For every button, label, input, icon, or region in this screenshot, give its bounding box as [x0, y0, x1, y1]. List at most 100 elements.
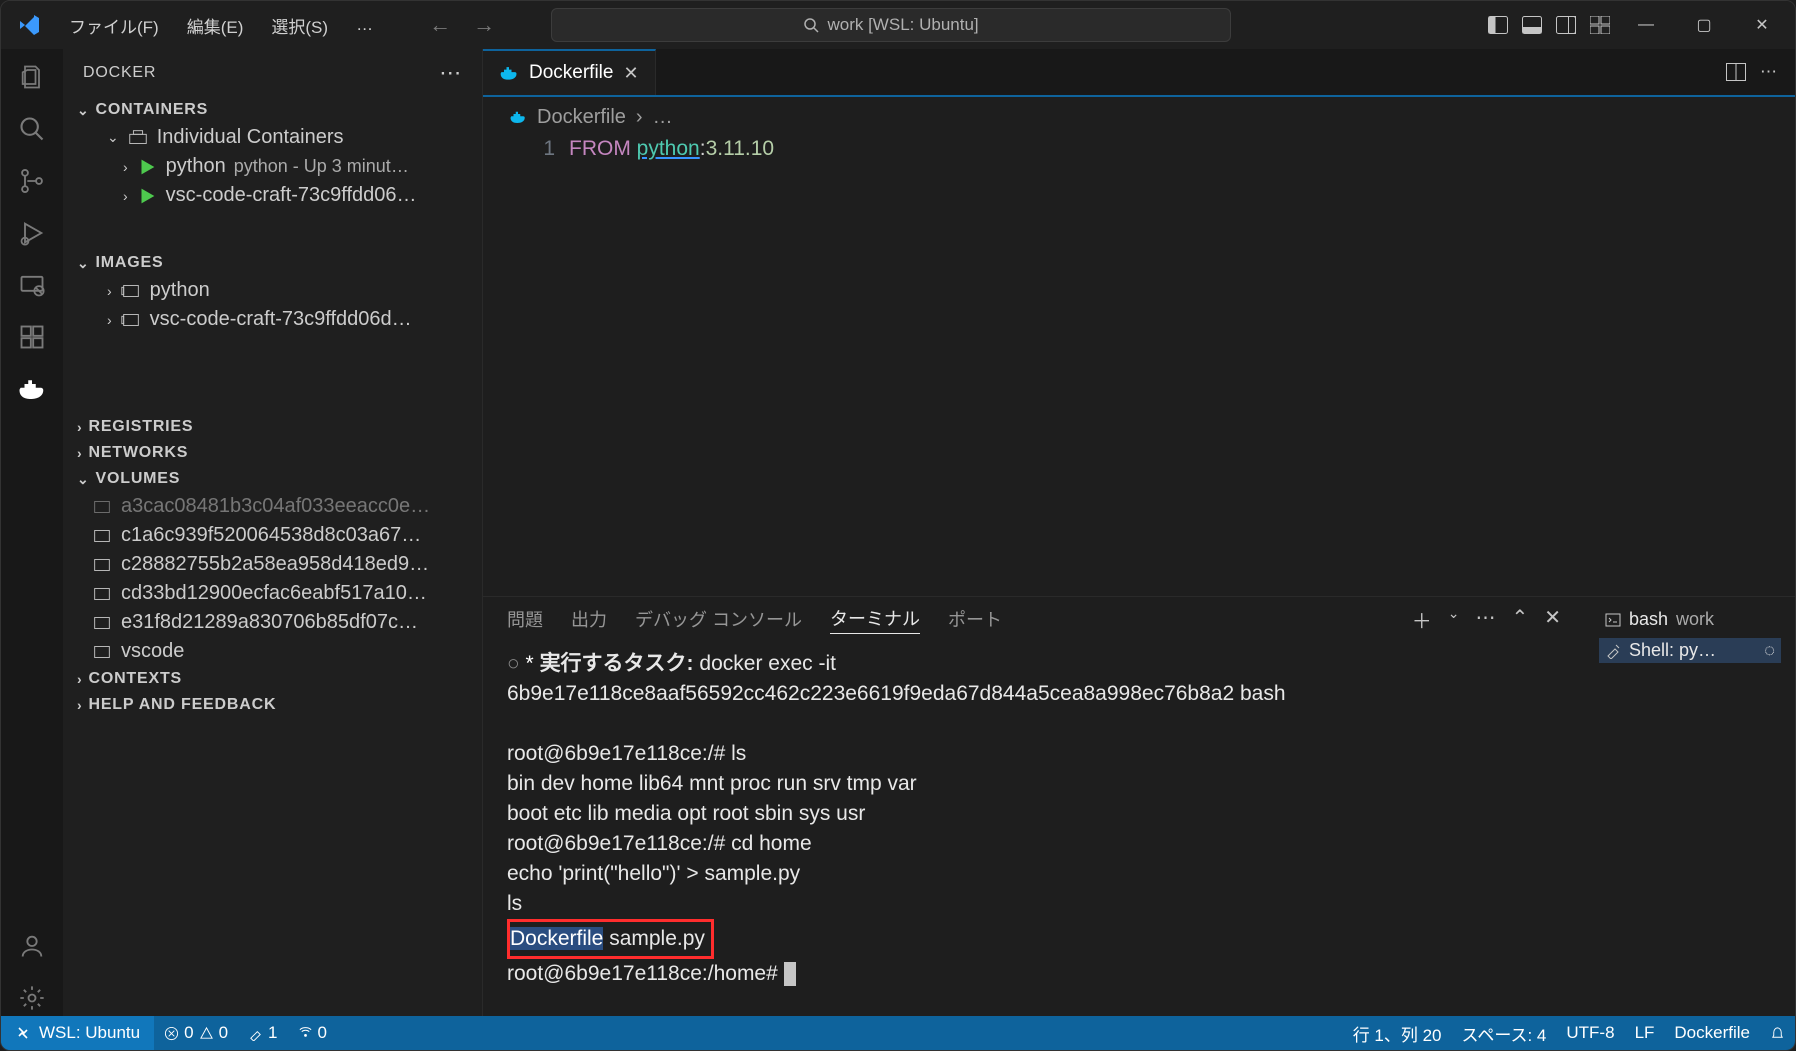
container-group-icon [127, 127, 149, 149]
terminal-more-icon[interactable]: ⋯ [1475, 605, 1495, 634]
image-item[interactable]: › vsc-code-craft-73c9ffdd06d… [63, 305, 482, 334]
remote-icon [15, 1025, 31, 1041]
remote-indicator[interactable]: WSL: Ubuntu [1, 1016, 154, 1050]
docker-sidebar: DOCKER ⋯ ⌄CONTAINERS ⌄ Individual Contai… [63, 49, 483, 1016]
tools-icon [248, 1026, 263, 1041]
image-icon [120, 309, 142, 331]
tab-close-icon[interactable]: ✕ [623, 63, 638, 84]
section-volumes[interactable]: ⌄VOLUMES [63, 466, 482, 492]
volume-icon [91, 641, 113, 663]
vscode-logo [17, 13, 41, 37]
tab-output[interactable]: 出力 [571, 606, 607, 632]
section-images[interactable]: ⌄IMAGES [63, 250, 482, 276]
status-indent[interactable]: スペース: 4 [1452, 1021, 1557, 1046]
accounts-icon[interactable] [14, 928, 50, 964]
volume-item[interactable]: c1a6c939f520064538d8c03a67… [63, 521, 482, 550]
container-item[interactable]: › vsc-code-craft-73c9ffdd06… [63, 181, 482, 210]
tab-problems[interactable]: 問題 [507, 606, 543, 632]
status-encoding[interactable]: UTF-8 [1556, 1023, 1624, 1043]
volume-item[interactable]: vscode [63, 637, 482, 666]
volume-icon [91, 583, 113, 605]
section-contexts[interactable]: ›CONTEXTS [63, 666, 482, 692]
tab-debug-console[interactable]: デバッグ コンソール [635, 606, 802, 632]
split-editor-icon[interactable] [1726, 63, 1746, 81]
sidebar-more-icon[interactable]: ⋯ [439, 60, 462, 86]
panel-close-icon[interactable]: ✕ [1544, 605, 1561, 634]
tab-ports[interactable]: ポート [948, 606, 1002, 632]
activity-bar [1, 49, 63, 1016]
status-cursor[interactable]: 行 1、列 20 [1343, 1021, 1452, 1046]
code-line[interactable]: FROM python:3.11.10 [569, 137, 774, 161]
terminal-cursor [784, 962, 796, 986]
panel: 問題 出力 デバッグ コンソール ターミナル ポート ＋ ⌄ ⋯ ⌃ ✕ [483, 596, 1795, 1016]
status-forward[interactable]: 0 [288, 1023, 337, 1043]
menu-file[interactable]: ファイル(F) [59, 9, 169, 42]
terminal-item-bash[interactable]: bash work [1599, 607, 1781, 632]
status-ports[interactable]: 1 [238, 1023, 287, 1043]
command-center[interactable]: work [WSL: Ubuntu] [551, 8, 1231, 42]
source-control-icon[interactable] [14, 163, 50, 199]
search-icon [803, 17, 819, 33]
tab-terminal[interactable]: ターミナル [830, 605, 920, 634]
play-icon [136, 185, 158, 207]
layout-sidebar-right-icon[interactable] [1555, 14, 1577, 36]
section-containers[interactable]: ⌄CONTAINERS [63, 97, 482, 123]
section-help[interactable]: ›HELP AND FEEDBACK [63, 692, 482, 718]
titlebar: ファイル(F) 編集(E) 選択(S) … ← → work [WSL: Ubu… [1, 1, 1795, 49]
volume-icon [91, 554, 113, 576]
nav-forward[interactable]: → [465, 10, 503, 40]
status-notifications[interactable] [1760, 1026, 1795, 1041]
menu-selection[interactable]: 選択(S) [261, 9, 338, 42]
settings-gear-icon[interactable] [14, 980, 50, 1016]
image-item[interactable]: › python [63, 276, 482, 305]
menu-more[interactable]: … [346, 11, 383, 39]
editor-more-icon[interactable]: ⋯ [1760, 62, 1777, 82]
status-problems[interactable]: 0 0 [154, 1023, 238, 1043]
status-bar: WSL: Ubuntu 0 0 1 0 行 1、列 20 スペース: 4 UTF… [1, 1016, 1795, 1050]
window-maximize[interactable]: ▢ [1681, 15, 1727, 35]
layout-sidebar-left-icon[interactable] [1487, 14, 1509, 36]
terminal-item-shell[interactable]: Shell: py… ◌ [1599, 638, 1781, 663]
volume-item[interactable]: a3cac08481b3c04af033eeacc0e… [63, 492, 482, 521]
window-close[interactable]: ✕ [1739, 15, 1785, 35]
breadcrumb[interactable]: Dockerfile›… [483, 97, 1795, 137]
new-terminal-icon[interactable]: ＋ [1412, 605, 1432, 634]
remote-explorer-icon[interactable] [14, 267, 50, 303]
customize-layout-icon[interactable] [1589, 14, 1611, 36]
docker-file-icon [509, 108, 527, 126]
volume-item[interactable]: e31f8d21289a830706b85df07c… [63, 608, 482, 637]
docker-icon[interactable] [14, 371, 50, 407]
terminal-list: bash work Shell: py… ◌ [1585, 597, 1795, 1016]
docker-file-icon [499, 63, 519, 83]
panel-maximize-icon[interactable]: ⌃ [1511, 605, 1528, 634]
sidebar-title: DOCKER ⋯ [63, 49, 482, 97]
container-item[interactable]: › python python - Up 3 minut… [63, 152, 482, 181]
extensions-icon[interactable] [14, 319, 50, 355]
section-registries[interactable]: ›REGISTRIES [63, 414, 482, 440]
editor[interactable]: 1 FROM python:3.11.10 [483, 137, 1795, 161]
bell-icon [1770, 1026, 1785, 1041]
containers-group[interactable]: ⌄ Individual Containers [63, 123, 482, 152]
play-icon [136, 156, 158, 178]
volume-item[interactable]: c28882755b2a58ea958d418ed9… [63, 550, 482, 579]
volume-icon [91, 612, 113, 634]
run-debug-icon[interactable] [14, 215, 50, 251]
volume-item[interactable]: cd33bd12900ecfac6eabf517a10… [63, 579, 482, 608]
status-eol[interactable]: LF [1625, 1023, 1665, 1043]
volume-icon [91, 525, 113, 547]
command-center-text: work [WSL: Ubuntu] [827, 15, 978, 35]
section-networks[interactable]: ›NETWORKS [63, 440, 482, 466]
layout-panel-icon[interactable] [1521, 14, 1543, 36]
search-icon[interactable] [14, 111, 50, 147]
warning-icon [199, 1026, 214, 1041]
terminal-icon [1605, 612, 1621, 628]
terminal-dropdown-icon[interactable]: ⌄ [1448, 605, 1460, 634]
terminal[interactable]: ○ * 実行するタスク: docker exec -it 6b9e17e118c… [483, 641, 1585, 1016]
status-language[interactable]: Dockerfile [1664, 1023, 1760, 1043]
tab-dockerfile[interactable]: Dockerfile ✕ [483, 49, 656, 95]
window-minimize[interactable]: — [1623, 16, 1669, 34]
explorer-icon[interactable] [14, 59, 50, 95]
tools-icon [1605, 643, 1621, 659]
menu-edit[interactable]: 編集(E) [177, 9, 254, 42]
nav-back[interactable]: ← [421, 10, 459, 40]
